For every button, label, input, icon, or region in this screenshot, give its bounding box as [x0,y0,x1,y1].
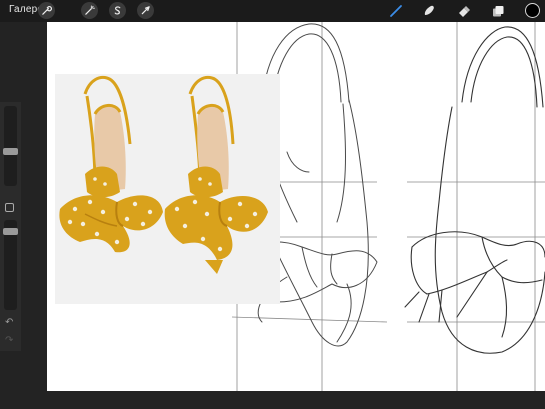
actions-wrench-icon[interactable] [38,2,55,19]
transform-move-arrow-icon[interactable] [137,2,154,19]
brush-size-slider[interactable] [4,106,17,186]
brush-sidebar: ↶ ↷ [0,102,21,351]
redo-icon[interactable]: ↷ [5,335,13,346]
magic-wand-icon [85,5,95,15]
undo-icon[interactable]: ↶ [5,317,13,328]
color-picker-swatch[interactable] [525,3,540,18]
adjustments-magic-wand-icon[interactable] [81,2,98,19]
brush-size-thumb[interactable] [3,148,18,155]
opacity-thumb[interactable] [3,228,18,235]
smudge-icon[interactable] [421,3,437,19]
selection-s-icon[interactable] [109,2,126,19]
drawing-canvas[interactable] [47,22,545,391]
wrench-icon [42,6,52,15]
yellow-shoes-photo [59,75,268,274]
modify-button[interactable] [5,203,14,212]
left-shoe [59,75,163,253]
right-shoe [164,75,268,274]
right-shoe-sketch [404,26,545,354]
layers-icon[interactable] [490,3,506,19]
reference-photo[interactable] [55,74,280,304]
eraser-icon[interactable] [456,3,472,19]
brush-icon[interactable] [388,3,404,19]
top-toolbar: Галерея [0,0,545,22]
